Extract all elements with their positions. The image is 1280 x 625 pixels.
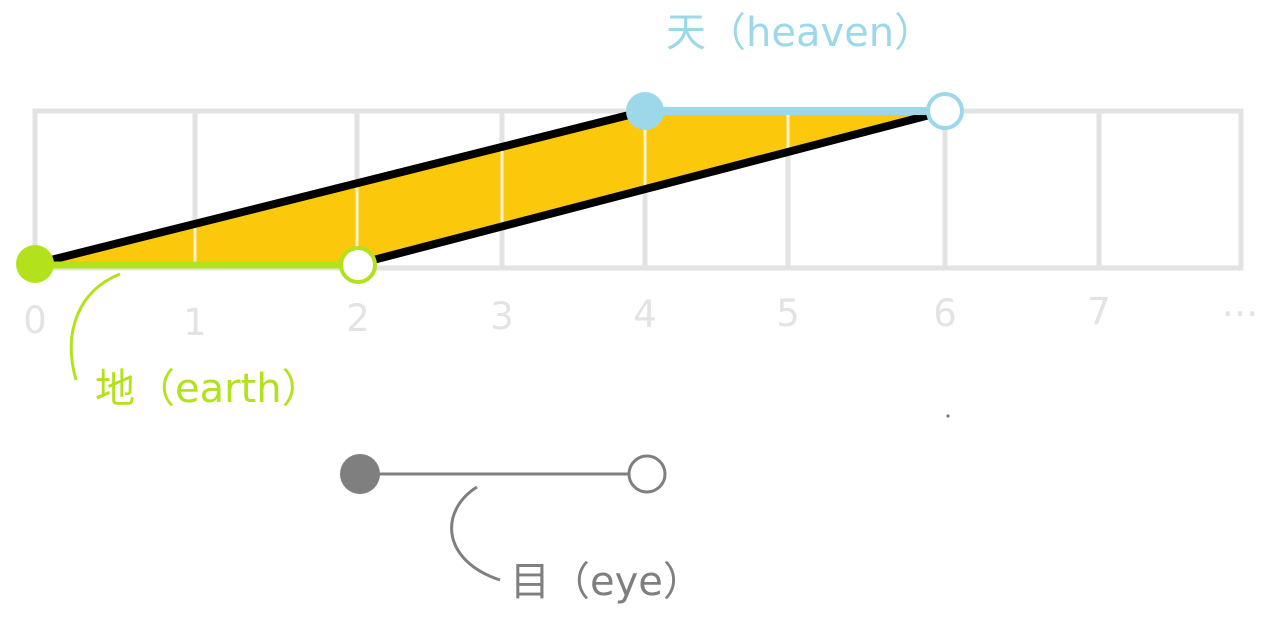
tick-label-1: 1 [183, 301, 207, 344]
diagram-canvas: 0 1 2 3 4 5 6 7 … 天（heaven） 地（earth） 目（e… [16, 10, 1259, 605]
eye-open-endpoint [627, 454, 667, 494]
heaven-open-endpoint [926, 92, 964, 130]
tick-label-ellipsis: … [1222, 282, 1259, 325]
eye-leader-curve [450, 485, 501, 582]
tick-label-2: 2 [346, 297, 370, 340]
tick-label-6: 6 [933, 292, 957, 335]
tick-label-5: 5 [776, 292, 800, 335]
tick-label-7: 7 [1087, 290, 1111, 333]
earth-closed-endpoint [16, 245, 54, 283]
mapping-band [35, 111, 945, 264]
tick-label-4: 4 [633, 293, 657, 336]
earth-leader-curve [69, 272, 121, 381]
tick-label-0: 0 [23, 299, 47, 342]
heaven-label: 天（heaven） [666, 10, 934, 56]
earth-label: 地（earth） [95, 366, 322, 412]
earth-open-endpoint [339, 246, 377, 284]
heaven-closed-endpoint [626, 92, 664, 130]
tick-label-3: 3 [490, 295, 514, 338]
eye-label: 目（eye） [510, 559, 703, 605]
eye-closed-endpoint [340, 454, 380, 494]
stray-dot [946, 414, 950, 418]
